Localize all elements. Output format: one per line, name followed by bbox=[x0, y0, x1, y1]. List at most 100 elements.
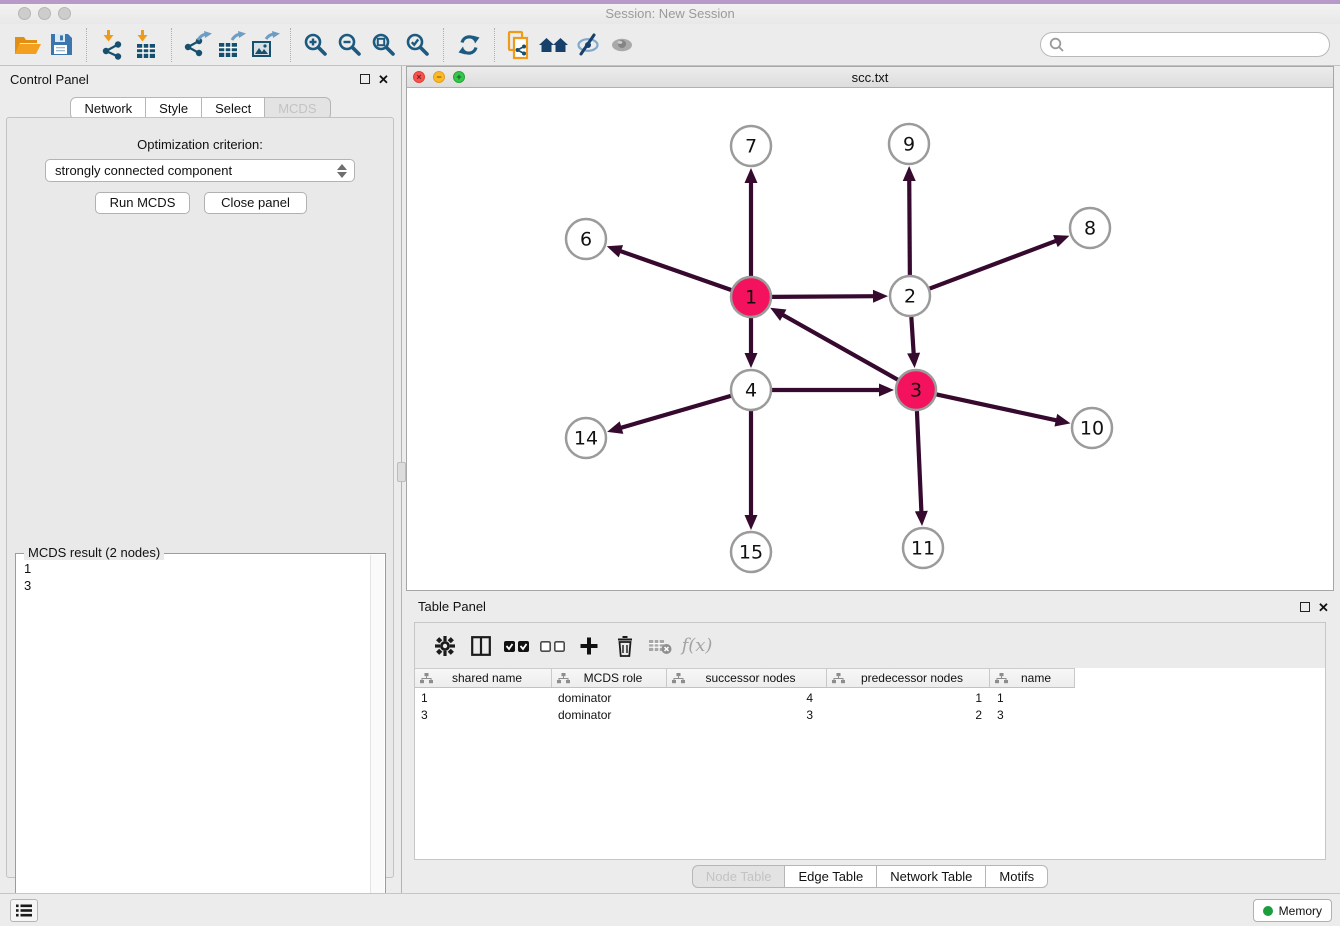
float-table-panel-icon[interactable] bbox=[1300, 602, 1310, 612]
graph-edge-1-2[interactable] bbox=[772, 296, 877, 297]
column-header-MCDS-role[interactable]: MCDS role bbox=[552, 669, 667, 687]
graph-edge-arrowhead bbox=[915, 511, 928, 526]
create-column-icon[interactable] bbox=[571, 629, 607, 663]
result-scrollbar[interactable] bbox=[370, 555, 384, 919]
mcds-result-text: 1 3 bbox=[24, 560, 31, 594]
home-icon[interactable] bbox=[537, 28, 571, 62]
delete-column-icon[interactable] bbox=[607, 629, 643, 663]
control-panel: Control Panel ✕ NetworkStyleSelectMCDS O… bbox=[0, 66, 401, 880]
table-tab-edge-table[interactable]: Edge Table bbox=[784, 865, 877, 888]
zoom-selected-icon[interactable] bbox=[401, 28, 435, 62]
cell-name[interactable]: 1 bbox=[990, 690, 1075, 707]
save-session-icon[interactable] bbox=[44, 28, 78, 62]
open-session-icon[interactable] bbox=[10, 28, 44, 62]
toolbar-separator bbox=[443, 28, 444, 62]
cell-MCDS-role[interactable]: dominator bbox=[552, 690, 667, 707]
export-image-icon[interactable] bbox=[248, 28, 282, 62]
zoom-in-icon[interactable] bbox=[299, 28, 333, 62]
export-network-icon[interactable] bbox=[180, 28, 214, 62]
graph-node-10[interactable]: 10 bbox=[1072, 408, 1112, 448]
cell-MCDS-role[interactable]: dominator bbox=[552, 707, 667, 724]
network-view-window: × − + scc.txt 1 2 3 4 6 7 8 9 10 11 14 15 bbox=[406, 66, 1334, 591]
graph-edge-3-11[interactable] bbox=[917, 411, 922, 515]
graph-edge-arrowhead bbox=[1054, 414, 1070, 427]
search-input[interactable] bbox=[1069, 35, 1329, 55]
svg-text:7: 7 bbox=[745, 136, 757, 158]
table-tab-motifs[interactable]: Motifs bbox=[985, 865, 1048, 888]
deselect-all-columns-icon[interactable] bbox=[535, 629, 571, 663]
search-field[interactable] bbox=[1040, 32, 1330, 57]
table-row[interactable]: 3dominator323 bbox=[415, 707, 1075, 724]
graph-edge-3-10[interactable] bbox=[937, 394, 1060, 421]
memory-button[interactable]: Memory bbox=[1253, 899, 1332, 922]
optimization-criterion-dropdown[interactable]: strongly connected component bbox=[45, 159, 355, 182]
table-panel: Table Panel ✕ bbox=[406, 595, 1334, 893]
window-titlebar: Session: New Session bbox=[0, 4, 1340, 24]
cell-predecessor-nodes[interactable]: 2 bbox=[827, 707, 990, 724]
svg-text:14: 14 bbox=[574, 428, 598, 450]
svg-text:6: 6 bbox=[580, 229, 592, 251]
toolbar-separator bbox=[171, 28, 172, 62]
memory-label: Memory bbox=[1279, 904, 1322, 918]
graph-edge-4-14[interactable] bbox=[618, 396, 731, 429]
graph-edge-arrowhead bbox=[1053, 235, 1069, 247]
zoom-fit-icon[interactable] bbox=[367, 28, 401, 62]
graph-edge-3-1[interactable] bbox=[780, 313, 898, 379]
graph-edge-2-9[interactable] bbox=[909, 177, 910, 275]
table-settings-icon[interactable] bbox=[427, 629, 463, 663]
cell-name[interactable]: 3 bbox=[990, 707, 1075, 724]
cell-successor-nodes[interactable]: 4 bbox=[667, 690, 827, 707]
graph-node-15[interactable]: 15 bbox=[731, 532, 771, 572]
clone-network-icon[interactable] bbox=[503, 28, 537, 62]
graph-node-2[interactable]: 2 bbox=[890, 276, 930, 316]
control-panel-header: Control Panel ✕ bbox=[0, 66, 401, 94]
panel-divider-grip[interactable] bbox=[397, 462, 406, 482]
import-network-icon[interactable] bbox=[95, 28, 129, 62]
table-tab-node-table[interactable]: Node Table bbox=[692, 865, 786, 888]
network-canvas[interactable]: 1 2 3 4 6 7 8 9 10 11 14 15 bbox=[407, 88, 1333, 590]
column-header-shared-name[interactable]: shared name bbox=[415, 669, 552, 687]
column-header-successor-nodes[interactable]: successor nodes bbox=[667, 669, 827, 687]
zoom-out-icon[interactable] bbox=[333, 28, 367, 62]
graph-node-7[interactable]: 7 bbox=[731, 126, 771, 166]
cell-predecessor-nodes[interactable]: 1 bbox=[827, 690, 990, 707]
network-window-titlebar[interactable]: × − + scc.txt bbox=[407, 67, 1333, 88]
select-all-columns-icon[interactable] bbox=[499, 629, 535, 663]
mcds-result-box: MCDS result (2 nodes) 1 3 bbox=[15, 553, 386, 921]
graph-edge-arrowhead bbox=[745, 353, 758, 368]
cell-successor-nodes[interactable]: 3 bbox=[667, 707, 827, 724]
export-table-icon[interactable] bbox=[214, 28, 248, 62]
application-window: Session: New Session bbox=[0, 0, 1340, 926]
svg-text:10: 10 bbox=[1080, 418, 1104, 440]
graph-edge-arrowhead bbox=[607, 245, 623, 257]
task-history-button[interactable] bbox=[10, 899, 38, 922]
graph-edge-1-6[interactable] bbox=[617, 250, 731, 290]
table-row[interactable]: 1dominator411 bbox=[415, 690, 1075, 707]
close-table-panel-icon[interactable]: ✕ bbox=[1318, 602, 1329, 614]
graph-edge-2-3[interactable] bbox=[911, 317, 914, 357]
refresh-layout-icon[interactable] bbox=[452, 28, 486, 62]
graph-node-11[interactable]: 11 bbox=[903, 528, 943, 568]
table-tab-network-table[interactable]: Network Table bbox=[876, 865, 986, 888]
graph-node-9[interactable]: 9 bbox=[889, 124, 929, 164]
node-table-container: f(x) shared nameMCDS rolesuccessor nodes… bbox=[414, 622, 1326, 860]
close-panel-button[interactable]: Close panel bbox=[204, 192, 307, 214]
column-header-predecessor-nodes[interactable]: predecessor nodes bbox=[827, 669, 990, 687]
float-panel-icon[interactable] bbox=[360, 74, 370, 84]
graph-node-14[interactable]: 14 bbox=[566, 418, 606, 458]
cell-shared-name[interactable]: 1 bbox=[415, 690, 552, 707]
graph-node-1[interactable]: 1 bbox=[731, 277, 771, 317]
graph-node-8[interactable]: 8 bbox=[1070, 208, 1110, 248]
graph-node-3[interactable]: 3 bbox=[896, 370, 936, 410]
graph-node-6[interactable]: 6 bbox=[566, 219, 606, 259]
column-header-name[interactable]: name bbox=[990, 669, 1075, 687]
graph-node-4[interactable]: 4 bbox=[731, 370, 771, 410]
graph-edge-2-8[interactable] bbox=[930, 240, 1059, 289]
hide-graphics-details-icon[interactable] bbox=[571, 28, 605, 62]
dropdown-value: strongly connected component bbox=[55, 163, 232, 178]
run-mcds-button[interactable]: Run MCDS bbox=[95, 192, 190, 214]
import-table-icon[interactable] bbox=[129, 28, 163, 62]
close-panel-icon[interactable]: ✕ bbox=[378, 74, 389, 86]
split-view-icon[interactable] bbox=[463, 629, 499, 663]
cell-shared-name[interactable]: 3 bbox=[415, 707, 552, 724]
